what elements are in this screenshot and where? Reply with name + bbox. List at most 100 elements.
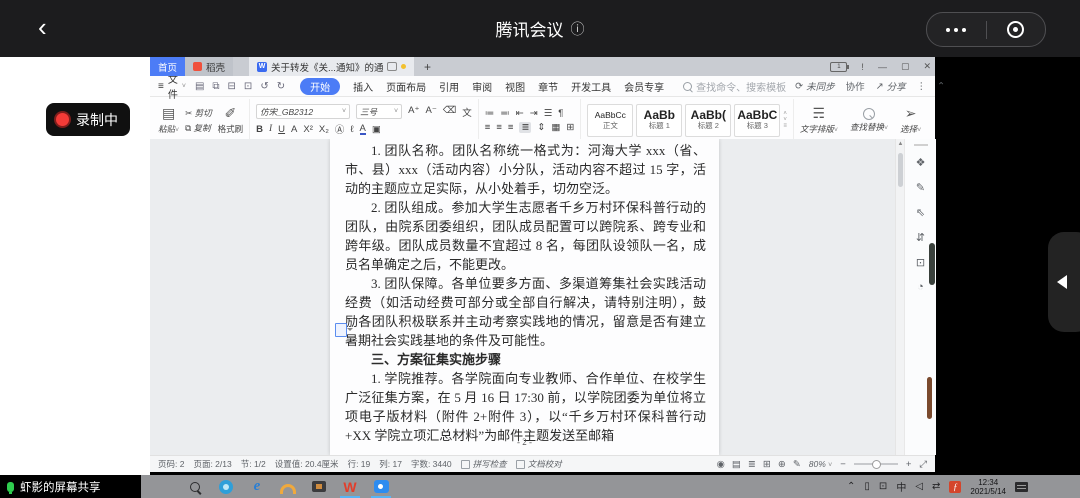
smart-tools-icon[interactable]: ❖ (916, 156, 926, 169)
find-replace-button[interactable]: 查找替换˅ (850, 108, 888, 133)
cut-button[interactable]: ✂ 剪切 (185, 107, 212, 119)
page-view-icon[interactable]: ▤ (732, 459, 741, 470)
text-layout-button[interactable]: ☴ 文字排版˅ (800, 105, 838, 135)
pen-icon[interactable]: ✎ (916, 181, 925, 194)
ribbon-tab-8[interactable]: 会员专享 (624, 79, 664, 94)
volume-icon[interactable]: ◁ (915, 481, 923, 492)
ime-icon[interactable]: 中 (896, 479, 906, 494)
select-button[interactable]: ➢ 选择˅ (900, 105, 921, 135)
spell-check-toggle[interactable]: 拼写检查 (461, 458, 507, 470)
style-preset-2[interactable]: AaBb(标题 2 (685, 104, 731, 137)
ribbon-tab-2[interactable]: 页面布局 (386, 79, 426, 94)
full-view-icon[interactable]: ⊕ (778, 459, 786, 470)
export-icon[interactable]: ⧉ (212, 81, 219, 92)
screenshot-icon[interactable]: ⊡ (916, 256, 925, 269)
zoom-slider[interactable] (854, 463, 898, 465)
close-miniprogram-button[interactable] (987, 21, 1046, 38)
command-search-input[interactable]: 查找命令、搜索模板 (683, 79, 786, 94)
preview-icon[interactable]: ⊡ (244, 81, 252, 92)
numbering-icon[interactable]: ≕ (500, 108, 510, 119)
underline-icon[interactable]: U (278, 124, 285, 135)
flash-tray-icon[interactable]: ƒ (949, 481, 961, 493)
sidebar-handle[interactable] (914, 144, 928, 146)
tab-document[interactable]: W 关于转发《关...通知》的通知 (249, 57, 414, 76)
ribbon-tab-5[interactable]: 视图 (505, 79, 525, 94)
italic-icon[interactable]: I (269, 124, 272, 134)
panel-collapse-button[interactable] (1048, 232, 1080, 332)
ie-taskbar-icon[interactable]: e (249, 479, 265, 495)
share-button[interactable]: ↗ 分享 (876, 79, 906, 93)
doc-proof-toggle[interactable]: 文档校对 (516, 458, 562, 470)
web-view-icon[interactable]: ⊞ (763, 459, 771, 470)
sync-status[interactable]: ⟳ 未同步 (795, 79, 834, 93)
restore-button[interactable]: ▢ (901, 61, 910, 72)
clear-format-icon[interactable]: ⌫ (443, 105, 456, 119)
edit-mode-icon[interactable]: ✎ (793, 459, 801, 470)
bullets-icon[interactable]: ≔ (485, 108, 495, 119)
indent-increase-icon[interactable]: ⇥ (530, 108, 538, 119)
align-left-icon[interactable]: ≡ (485, 122, 491, 133)
new-tab-button[interactable]: + (414, 57, 441, 76)
ribbon-tab-6[interactable]: 章节 (538, 79, 558, 94)
shading-icon[interactable]: ▦ (551, 122, 560, 133)
ribbon-tab-0[interactable]: 开始 (300, 78, 340, 95)
wps-taskbar-icon[interactable]: W (342, 479, 358, 495)
start-taskbar-icon[interactable] (156, 479, 172, 495)
char-border-icon[interactable]: A (291, 124, 297, 135)
battery-icon[interactable]: ▯ (864, 481, 870, 492)
shrink-font-icon[interactable]: A⁻ (425, 105, 436, 119)
align-center-icon[interactable]: ≡ (496, 122, 502, 133)
line-spacing-icon[interactable]: ⇕ (537, 122, 545, 133)
superscript-icon[interactable]: X² (303, 124, 313, 135)
taskbar-clock[interactable]: 12:34 2021/5/14 (970, 478, 1006, 496)
minimize-button[interactable]: — (878, 62, 887, 72)
ribbon-tab-1[interactable]: 插入 (353, 79, 373, 94)
borders-icon[interactable]: ⊞ (566, 122, 574, 133)
align-right-icon[interactable]: ≡ (508, 122, 514, 133)
tab-home[interactable]: 首页 (150, 57, 185, 76)
search-taskbar-icon[interactable] (187, 479, 203, 495)
indent-decrease-icon[interactable]: ⇤ (516, 108, 524, 119)
copy-button[interactable]: ⧉ 复制 (185, 122, 212, 134)
ribbon-tab-7[interactable]: 开发工具 (571, 79, 611, 94)
tencent-meeting-taskbar-icon[interactable] (373, 479, 389, 495)
bold-icon[interactable]: B (256, 124, 263, 135)
info-icon[interactable]: ⓘ (571, 19, 585, 39)
adjust-icon[interactable]: ⇵ (916, 231, 925, 244)
help-icon[interactable]: ◔ (917, 281, 924, 293)
more-options-button[interactable] (927, 28, 986, 32)
style-gallery-scroll[interactable]: ˄˅≡ (783, 111, 787, 129)
scrollbar-thumb[interactable] (898, 153, 903, 187)
close-button[interactable]: ✕ (923, 61, 931, 72)
eye-protect-icon[interactable]: ◉ (717, 459, 725, 470)
style-preset-1[interactable]: AaBb标题 1 (636, 104, 682, 137)
zoom-level-value[interactable]: 80% ˅ (809, 459, 832, 469)
subscript-icon[interactable]: X₂ (319, 124, 329, 135)
browser-360-taskbar-icon[interactable] (218, 479, 234, 495)
paragraph-mark-icon[interactable]: ¶ (558, 108, 563, 119)
font-name-select[interactable]: 仿宋_GB2312˅ (256, 104, 350, 119)
network-icon[interactable]: ⇄ (932, 481, 940, 492)
char-shading-icon[interactable]: ▣ (372, 124, 381, 135)
fullscreen-icon[interactable]: ⤢ (919, 459, 927, 470)
ribbon-tab-3[interactable]: 引用 (439, 79, 459, 94)
paste-options-icon[interactable] (335, 323, 347, 337)
more-menu-icon[interactable]: ⋮ (917, 81, 927, 92)
paste-button[interactable]: ▤ 粘贴˅ (158, 105, 179, 135)
collapse-ribbon-icon[interactable]: ⌃ (937, 81, 945, 92)
zoom-out-button[interactable]: − (840, 459, 846, 470)
tray-expand-icon[interactable]: ⌃ (847, 481, 855, 492)
tab-docer[interactable]: 稻壳 (185, 57, 233, 76)
print-icon[interactable]: ⊟ (228, 81, 236, 92)
sidebar-scroll-thumb[interactable] (929, 243, 935, 285)
save-icon[interactable]: ▤ (195, 81, 204, 92)
layout-icon[interactable]: ☰ (544, 108, 553, 119)
redo-icon[interactable]: ↻ (277, 81, 285, 92)
document-page[interactable]: 1. 团队名称。团队名称统一格式为：河海大学 xxx（省、市、县）xxx（活动内… (330, 139, 719, 455)
char-effect-icon[interactable]: Ⓐ (335, 122, 345, 136)
uc-browser-taskbar-icon[interactable] (280, 479, 296, 495)
display-icon[interactable]: ⊡ (879, 481, 887, 492)
zoom-in-button[interactable]: + (906, 459, 912, 470)
ribbon-tab-4[interactable]: 审阅 (472, 79, 492, 94)
toolbox-taskbar-icon[interactable] (311, 479, 327, 495)
